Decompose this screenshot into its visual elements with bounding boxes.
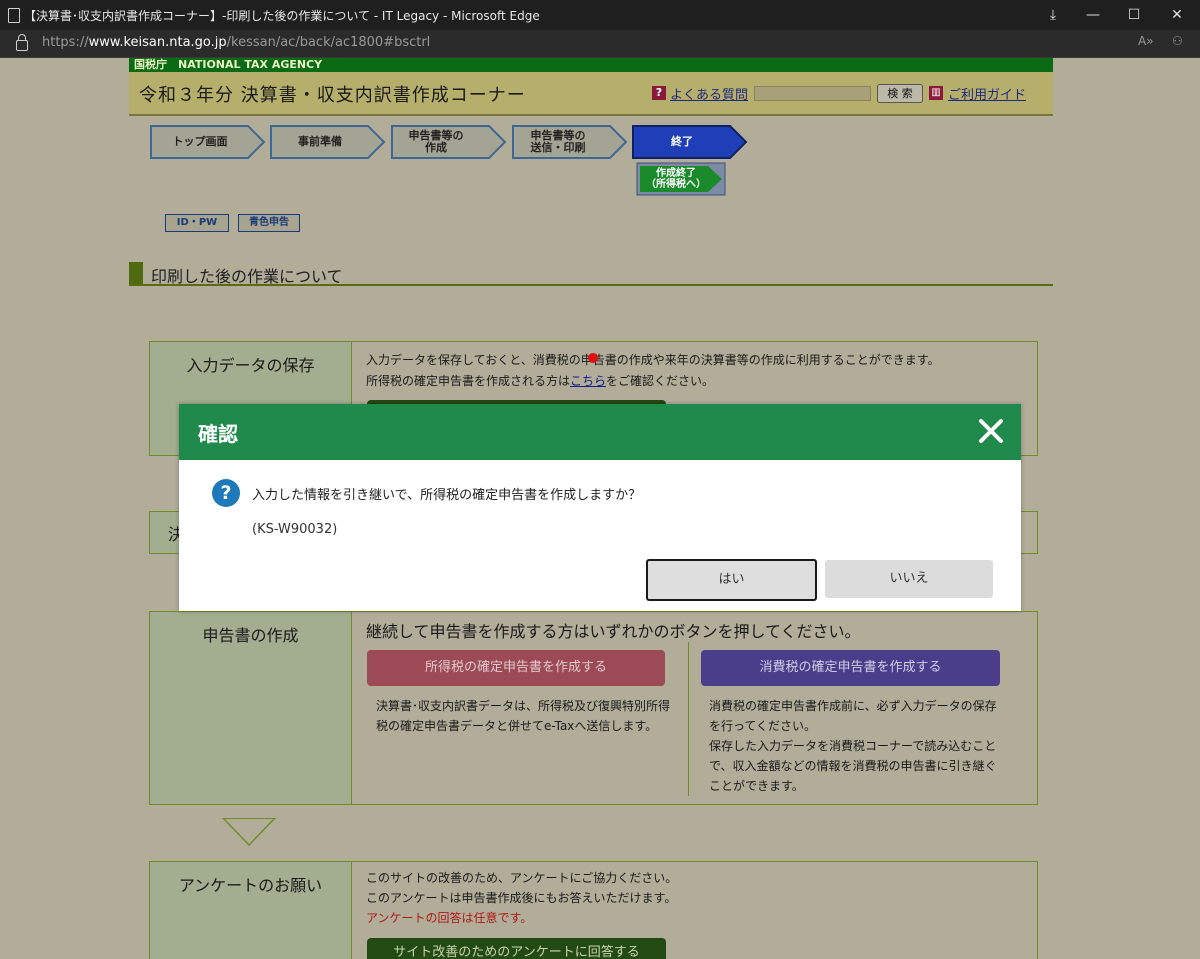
row-head: 申告書の作成 xyxy=(150,612,352,804)
step-prep: 事前準備 xyxy=(270,125,386,159)
close-window-button[interactable]: ✕ xyxy=(1154,0,1200,30)
row-head: アンケートのお願い xyxy=(150,862,352,959)
income-desc: 決算書･収支内訳書データは、所得税及び復興特別所得税の確定申告書データと併せてe… xyxy=(376,699,671,733)
step-label: 申告書等の 送信・印刷 xyxy=(530,129,586,154)
page-icon xyxy=(8,8,20,23)
step-label: 終了 xyxy=(671,135,693,148)
row-create-return: 申告書の作成 継続して申告書を作成する方はいずれかのボタンを押してください。 所… xyxy=(149,611,1038,805)
url-host: www.keisan.nta.go.jp xyxy=(88,35,227,50)
agency-bar: 国税庁 NATIONAL TAX AGENCY xyxy=(129,58,1053,72)
url-path: /kessan/ac/back/ac1800#bsctrl xyxy=(226,35,431,50)
guide-icon[interactable]: ▥ xyxy=(929,86,943,100)
survey-line3: アンケートの回答は任意です。 xyxy=(366,911,533,925)
maximize-button[interactable]: ☐ xyxy=(1111,0,1157,30)
save-line1: 入力データを保存しておくと、消費税の申告書の作成や来年の決算書等の作成に利用する… xyxy=(366,353,940,367)
flow-arrow-down xyxy=(222,818,276,846)
create-lead: 継続して申告書を作成する方はいずれかのボタンを押してください。 xyxy=(366,622,861,641)
faq-link[interactable]: よくある質問 xyxy=(670,84,748,103)
header-band: 令和３年分 決算書・収支内訳書作成コーナー ? よくある質問 検 索 ▥ ご利用… xyxy=(129,72,1053,116)
read-aloud-icon[interactable]: A» xyxy=(1138,34,1154,48)
guide-link[interactable]: ご利用ガイド xyxy=(948,84,1026,103)
consumption-tax-button[interactable]: 消費税の確定申告書を作成する xyxy=(701,650,1000,686)
step-create: 申告書等の 作成 xyxy=(391,125,507,159)
row-head-text: 入力データの保存 xyxy=(186,356,315,375)
dialog-header: 確認 xyxy=(179,404,1021,460)
profile-icon[interactable]: ⚇ xyxy=(1172,34,1183,48)
substep-to-income-tax[interactable]: 作成終了 （所得税へ） xyxy=(636,162,726,196)
row-survey: アンケートのお願い このサイトの改善のため、アンケートにご協力ください。 このア… xyxy=(149,861,1038,959)
corner-title: 令和３年分 決算書・収支内訳書作成コーナー xyxy=(139,85,526,106)
no-button[interactable]: いいえ xyxy=(825,560,993,598)
lock-icon[interactable] xyxy=(16,34,28,51)
cursor-dot xyxy=(588,353,598,363)
survey-line1: このサイトの改善のため、アンケートにご協力ください。 xyxy=(366,871,678,885)
survey-line2: このアンケートは申告書作成後にもお答えいただけます。 xyxy=(366,891,677,905)
save-line2-pre: 所得税の確定申告書を作成される方は xyxy=(366,374,571,388)
yes-button[interactable]: はい xyxy=(646,559,817,601)
url-scheme: https:// xyxy=(42,35,89,50)
agency-label: 国税庁 NATIONAL TAX AGENCY xyxy=(134,58,323,71)
window-title: 【決算書･収支内訳書作成コーナー】-印刷した後の作業について - IT Lega… xyxy=(24,9,540,23)
income-tax-button[interactable]: 所得税の確定申告書を作成する xyxy=(367,650,665,686)
section-marker xyxy=(129,262,143,284)
idpw-button[interactable]: ID・PW xyxy=(165,214,229,232)
section-title: 印刷した後の作業について xyxy=(129,262,1053,286)
save-link-kochira[interactable]: こちら xyxy=(570,374,606,388)
consumption-desc: 消費税の確定申告書作成前に、必ず入力データの保存を行ってください。 保存した入力… xyxy=(709,696,1005,796)
row-body: 入力データを保存しておくと、消費税の申告書の作成や来年の決算書等の作成に利用する… xyxy=(366,350,1027,392)
question-icon: ? xyxy=(212,479,240,507)
url-text[interactable]: https://www.keisan.nta.go.jp/kessan/ac/b… xyxy=(42,35,430,50)
help-icon[interactable]: ? xyxy=(652,86,666,100)
close-icon[interactable] xyxy=(975,415,1007,447)
section-title-text: 印刷した後の作業について xyxy=(151,267,343,286)
aoiro-button[interactable]: 青色申告 xyxy=(238,214,300,232)
step-label: トップ画面 xyxy=(172,135,228,148)
row-head-text: 申告書の作成 xyxy=(202,626,299,645)
confirm-dialog: 確認 ? 入力した情報を引き継いで、所得税の確定申告書を作成しますか？ (KS-… xyxy=(179,404,1021,611)
search-button[interactable]: 検 索 xyxy=(877,84,923,103)
address-bar[interactable]: https://www.keisan.nta.go.jp/kessan/ac/b… xyxy=(0,30,1200,58)
step-top: トップ画面 xyxy=(150,125,266,159)
page-viewport: 国税庁 NATIONAL TAX AGENCY 令和３年分 決算書・収支内訳書作… xyxy=(0,58,1200,959)
search-input[interactable] xyxy=(754,86,871,101)
dialog-code: (KS-W90032) xyxy=(252,522,338,537)
save-line2-post: をご確認ください。 xyxy=(606,374,715,388)
survey-button[interactable]: サイト改善のためのアンケートに回答する xyxy=(367,938,666,959)
minimize-button[interactable]: — xyxy=(1070,0,1116,30)
consumption-desc1: 消費税の確定申告書作成前に、必ず入力データの保存を行ってください。 xyxy=(709,699,997,733)
row-head-text: アンケートのお願い xyxy=(178,876,323,895)
substep-label: 作成終了 （所得税へ） xyxy=(646,168,706,190)
consumption-desc2: 保存した入力データを消費税コーナーで読み込むことで、収入金額などの情報を消費税の… xyxy=(709,739,997,793)
window-titlebar: 【決算書･収支内訳書作成コーナー】-印刷した後の作業について - IT Lega… xyxy=(0,0,1200,30)
column-divider xyxy=(688,642,689,796)
step-label: 申告書等の 作成 xyxy=(408,129,464,154)
save-line2: 所得税の確定申告書を作成される方はこちらをご確認ください。 xyxy=(366,371,1027,392)
dialog-message: 入力した情報を引き継いで、所得税の確定申告書を作成しますか？ xyxy=(252,488,642,503)
row-body: このサイトの改善のため、アンケートにご協力ください。 このアンケートは申告書作成… xyxy=(366,868,1027,928)
dialog-title: 確認 xyxy=(198,422,238,446)
step-label: 事前準備 xyxy=(298,135,342,148)
step-finish: 終了 xyxy=(632,125,748,159)
step-send-print: 申告書等の 送信・印刷 xyxy=(512,125,628,159)
